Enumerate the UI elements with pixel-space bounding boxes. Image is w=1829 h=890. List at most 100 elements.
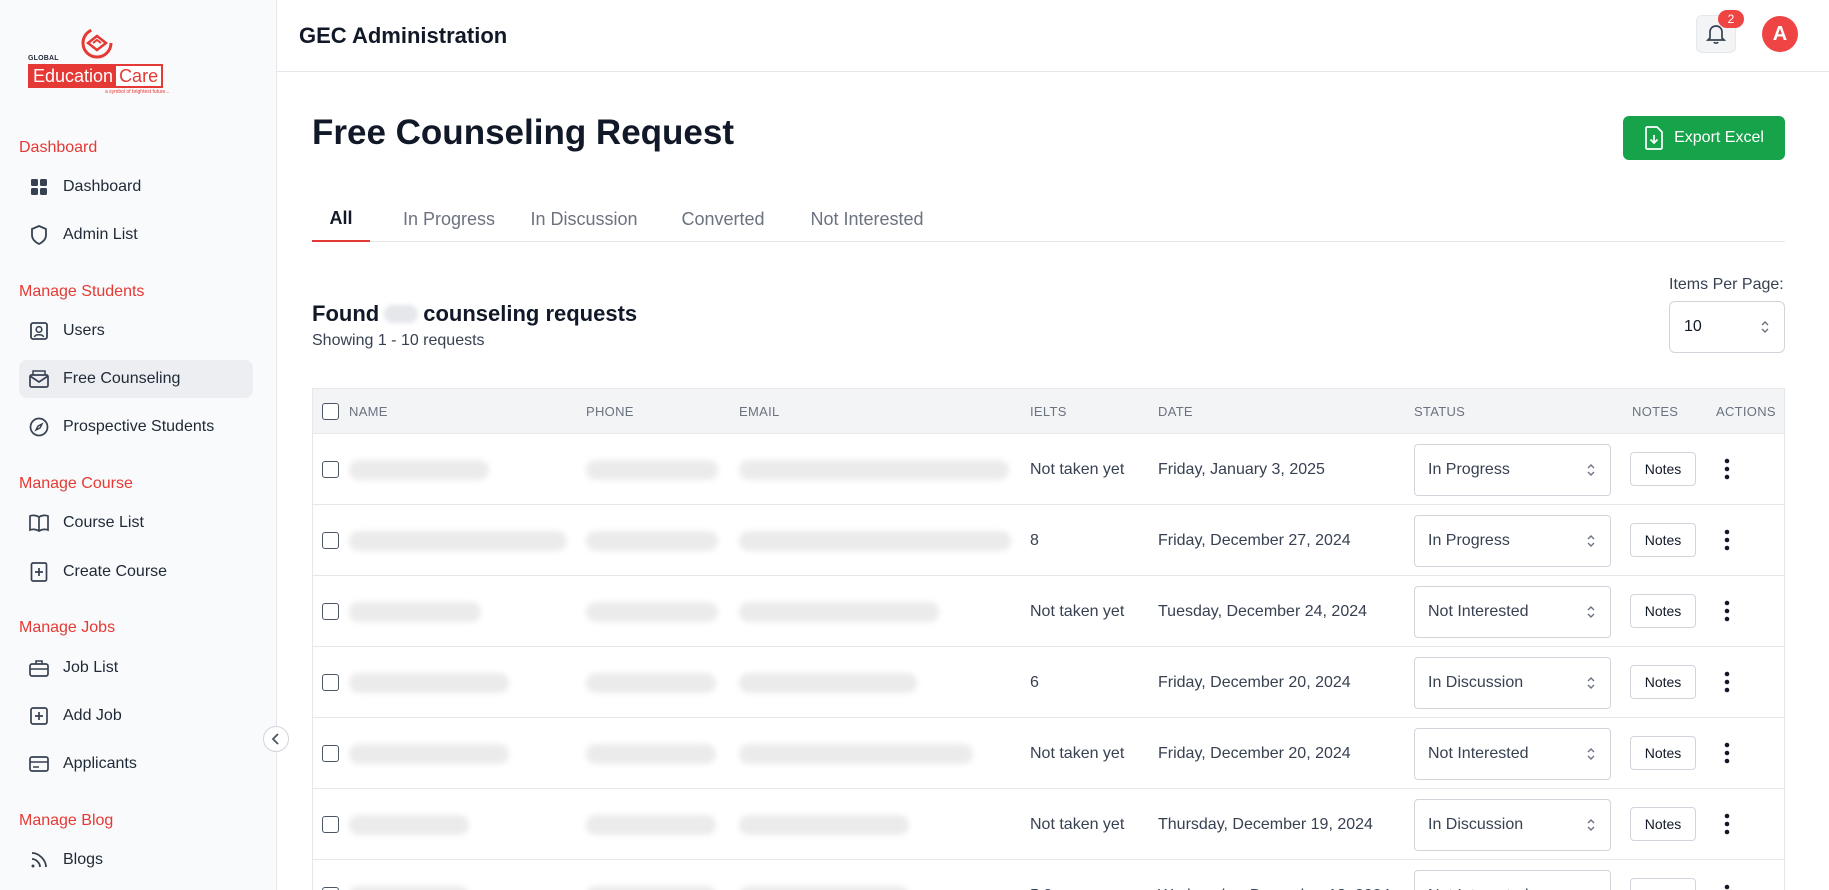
export-excel-button[interactable]: Export Excel (1623, 116, 1785, 160)
items-per-page-select[interactable]: 10 (1669, 301, 1785, 353)
notes-button[interactable]: Notes (1630, 452, 1696, 486)
brand-logo[interactable]: GLOBAL Education Care a symbol of bright… (27, 26, 169, 96)
notes-button[interactable]: Notes (1630, 878, 1696, 890)
status-select[interactable]: Not Interested (1414, 728, 1611, 780)
column-header-ielts[interactable]: IELTS (1030, 389, 1067, 434)
select-all-checkbox[interactable] (322, 403, 339, 420)
sidebar-item-create-course[interactable]: Create Course (19, 553, 253, 591)
sidebar-item-course-list[interactable]: Course List (19, 504, 253, 542)
kebab-menu-icon (1724, 671, 1730, 693)
row-actions-button[interactable] (1713, 809, 1741, 839)
status-select[interactable]: Not Interested (1414, 870, 1611, 890)
collapse-sidebar-button[interactable] (263, 726, 289, 752)
phone-cell (586, 505, 718, 576)
sidebar-item-prospective-students[interactable]: Prospective Students (19, 408, 253, 446)
sidebar-item-label: Create Course (63, 563, 168, 580)
status-select[interactable]: In Progress (1414, 515, 1611, 567)
chevron-up-down-icon (1587, 677, 1595, 689)
tab-converted[interactable]: Converted (677, 196, 769, 242)
redacted-phone (586, 601, 718, 622)
column-header-status[interactable]: STATUS (1414, 389, 1465, 434)
name-cell (349, 647, 509, 718)
notes-button[interactable]: Notes (1630, 807, 1696, 841)
row-actions-button[interactable] (1713, 525, 1741, 555)
status-select[interactable]: Not Interested (1414, 586, 1611, 638)
column-header-date[interactable]: DATE (1158, 389, 1193, 434)
column-header-name[interactable]: NAME (349, 389, 388, 434)
row-checkbox[interactable] (322, 461, 339, 478)
avatar[interactable]: A (1762, 16, 1798, 52)
notification-badge: 2 (1718, 10, 1744, 28)
tab-not-interested[interactable]: Not Interested (803, 196, 931, 242)
date-cell: Friday, December 20, 2024 (1158, 673, 1351, 691)
redacted-phone (586, 885, 716, 890)
sidebar-item-dashboard[interactable]: Dashboard (19, 168, 253, 206)
status-value: In Progress (1428, 461, 1510, 478)
row-checkbox[interactable] (322, 532, 339, 549)
row-actions-button[interactable] (1713, 667, 1741, 697)
redacted-email (739, 530, 1011, 551)
notes-button[interactable]: Notes (1630, 665, 1696, 699)
table-row: Not taken yet Friday, December 20, 2024 No… (313, 718, 1784, 789)
status-select[interactable]: In Discussion (1414, 657, 1611, 709)
kebab-menu-icon (1724, 529, 1730, 551)
column-header-phone[interactable]: PHONE (586, 389, 634, 434)
notes-button[interactable]: Notes (1630, 594, 1696, 628)
table-row: 6 Friday, December 20, 2024 In Discussion N… (313, 647, 1784, 718)
row-actions-button[interactable] (1713, 738, 1741, 768)
redacted-name (349, 814, 469, 835)
email-cell (739, 576, 939, 647)
row-actions-button[interactable] (1713, 880, 1741, 890)
brand-education: Education (30, 66, 117, 86)
redacted-name (349, 672, 509, 693)
sidebar-item-add-job[interactable]: Add Job (19, 697, 253, 735)
redacted-phone (586, 672, 716, 693)
ielts-cell: 6 (1030, 673, 1039, 691)
row-checkbox[interactable] (322, 674, 339, 691)
row-actions-button[interactable] (1713, 596, 1741, 626)
sidebar-item-job-list[interactable]: Job List (19, 649, 253, 687)
tab-in-discussion[interactable]: In Discussion (526, 196, 642, 242)
row-actions-button[interactable] (1713, 454, 1741, 484)
email-cell (739, 718, 973, 789)
redacted-email (739, 601, 939, 622)
status-value: In Progress (1428, 532, 1510, 549)
tab-in-progress[interactable]: In Progress (400, 196, 498, 242)
column-header-email[interactable]: EMAIL (739, 389, 780, 434)
notes-button[interactable]: Notes (1630, 736, 1696, 770)
date-cell: Friday, December 20, 2024 (1158, 744, 1351, 762)
select-all-cell (322, 389, 339, 434)
brand-wordmark: Education Care (28, 64, 164, 88)
sidebar-item-admin-list[interactable]: Admin List (19, 216, 253, 254)
status-value: Not Interested (1428, 603, 1529, 620)
name-cell (349, 789, 469, 860)
notes-button[interactable]: Notes (1630, 523, 1696, 557)
tab-all[interactable]: All (312, 196, 370, 242)
row-checkbox[interactable] (322, 745, 339, 762)
status-select[interactable]: In Discussion (1414, 799, 1611, 851)
section-manage-students: Manage Students (19, 283, 145, 300)
row-checkbox[interactable] (322, 603, 339, 620)
email-cell (739, 860, 909, 890)
row-select-cell (322, 860, 339, 890)
status-select[interactable]: In Progress (1414, 444, 1611, 496)
redacted-email (739, 814, 909, 835)
ielts-cell: 8 (1030, 531, 1039, 549)
table-row: Not taken yet Tuesday, December 24, 2024 N… (313, 576, 1784, 647)
phone-cell (586, 647, 716, 718)
sidebar-item-users[interactable]: Users (19, 312, 253, 350)
date-cell: Friday, January 3, 2025 (1158, 460, 1325, 478)
redacted-name (349, 601, 481, 622)
name-cell (349, 718, 509, 789)
chevron-up-down-icon (1587, 819, 1595, 831)
phone-cell (586, 860, 716, 890)
found-prefix: Found (312, 301, 380, 326)
row-checkbox[interactable] (322, 816, 339, 833)
email-cell (739, 789, 909, 860)
name-cell (349, 434, 489, 505)
sidebar-item-applicants[interactable]: Applicants (19, 745, 253, 783)
sidebar-item-free-counseling[interactable]: Free Counseling (19, 360, 253, 398)
section-manage-course: Manage Course (19, 475, 133, 492)
redacted-email (739, 885, 909, 890)
sidebar-item-blogs[interactable]: Blogs (19, 841, 253, 879)
